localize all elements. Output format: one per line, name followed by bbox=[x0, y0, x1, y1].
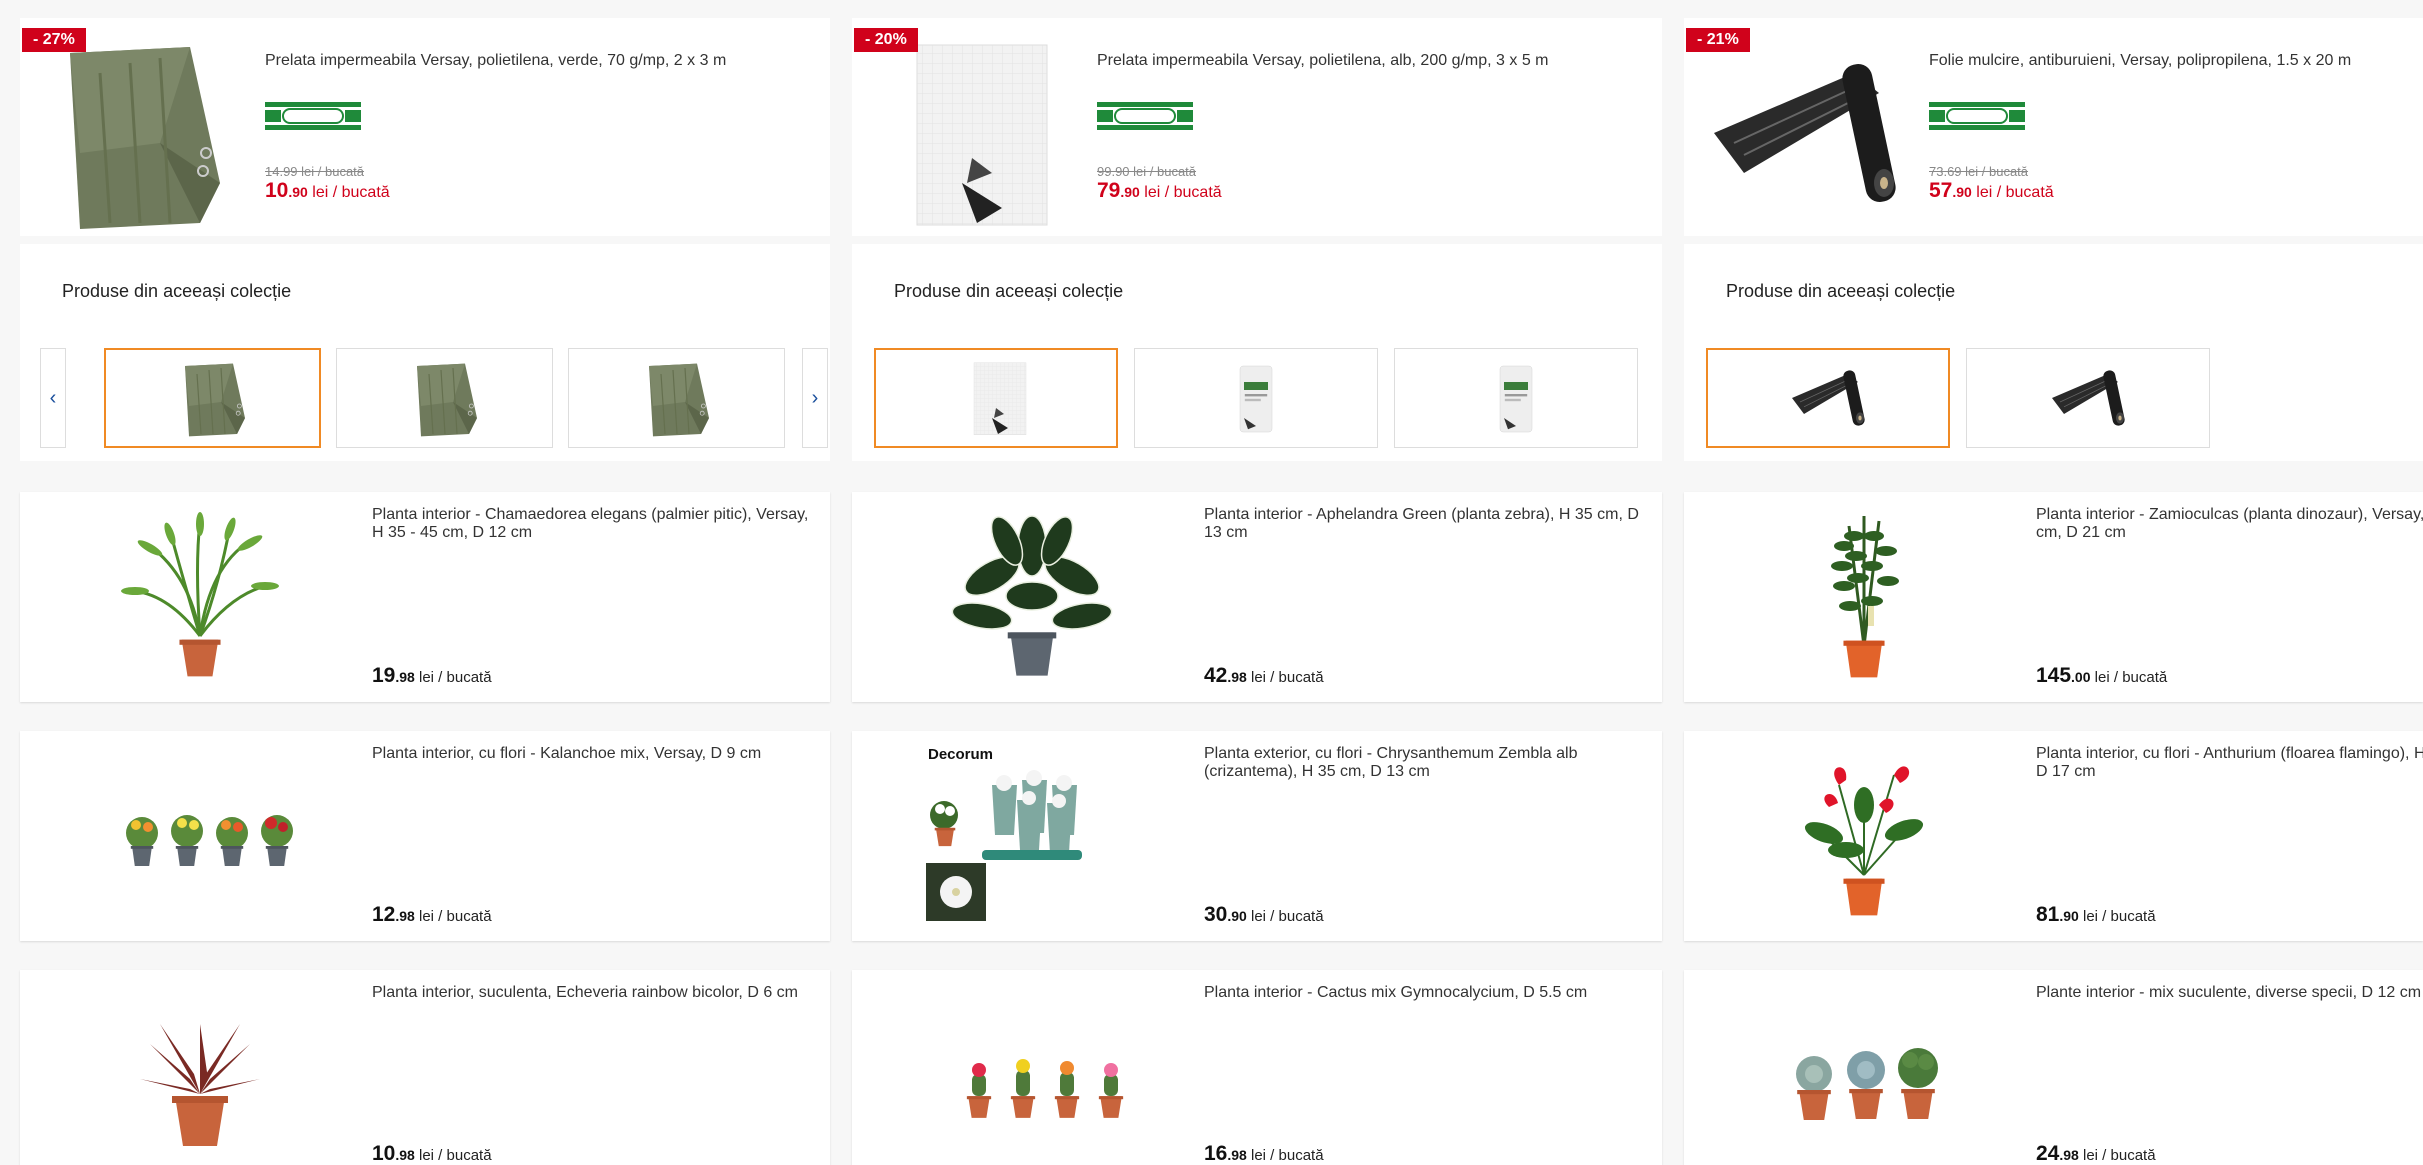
old-price: 73.69 lei / bucată bbox=[1929, 164, 2029, 179]
same-collection-section: Produse din aceeași colecție bbox=[1684, 244, 2423, 461]
product-image-succulent-mix[interactable] bbox=[1754, 984, 1974, 1164]
thumb-white-tarp-pack bbox=[1471, 358, 1561, 438]
product-card[interactable]: Planta interior - Chamaedorea elegans (p… bbox=[20, 492, 830, 702]
old-price: 14.99 lei / bucată bbox=[265, 164, 365, 179]
product-price: 19.98 lei / bucată bbox=[372, 664, 492, 687]
thumb-black-film-roll bbox=[2043, 358, 2133, 438]
carousel-thumb-3[interactable] bbox=[568, 348, 785, 448]
carousel-thumb-2[interactable] bbox=[336, 348, 553, 448]
product-price: 12.98 lei / bucată bbox=[372, 903, 492, 926]
promo-product[interactable]: - 21% Folie mulcire, antiburuieni, Versa… bbox=[1684, 18, 2423, 236]
thumb-green-tarp bbox=[632, 358, 722, 438]
product-price: 145.00 lei / bucată bbox=[2036, 664, 2168, 687]
product-price: 10.98 lei / bucată bbox=[372, 1142, 492, 1165]
promo-product[interactable]: - 27% Prelata impermeabila Versay, polie… bbox=[20, 18, 830, 236]
product-image-palm-plant[interactable] bbox=[90, 506, 310, 686]
product-card[interactable]: Planta interior - Zamioculcas (planta di… bbox=[1684, 492, 2423, 702]
product-title[interactable]: Plante interior - mix suculente, diverse… bbox=[2036, 984, 2423, 1002]
thumb-green-tarp bbox=[400, 358, 490, 438]
thumb-black-film-roll bbox=[1783, 358, 1873, 438]
product-image-black-film-roll[interactable] bbox=[1704, 28, 1904, 238]
carousel-thumb-3[interactable] bbox=[1394, 348, 1638, 448]
product-card[interactable]: Planta interior - Cactus mix Gymnocalyci… bbox=[852, 970, 1662, 1165]
carousel-thumb-1[interactable] bbox=[1706, 348, 1950, 448]
old-price: 99.90 lei / bucată bbox=[1097, 164, 1197, 179]
product-image-zebra-plant[interactable] bbox=[922, 506, 1142, 686]
collection-heading: Produse din aceeași colecție bbox=[894, 281, 1124, 301]
product-title[interactable]: Prelata impermeabila Versay, polietilena… bbox=[1097, 52, 1549, 70]
product-price: 16.98 lei / bucată bbox=[1204, 1142, 1324, 1165]
discount-badge: - 20% bbox=[854, 28, 918, 52]
thumb-green-tarp bbox=[168, 358, 258, 438]
product-price: 42.98 lei / bucată bbox=[1204, 664, 1324, 687]
current-price: 79.90 lei / bucată bbox=[1097, 179, 1222, 202]
product-title[interactable]: Planta interior, suculenta, Echeveria ra… bbox=[372, 984, 822, 1002]
carousel-thumb-1[interactable] bbox=[104, 348, 321, 448]
product-title[interactable]: Planta interior, cu flori - Anthurium (f… bbox=[2036, 745, 2423, 781]
promo-product[interactable]: - 20% Prelata impermeabila Versay, polie… bbox=[852, 18, 1662, 236]
product-title[interactable]: Planta interior - Zamioculcas (planta di… bbox=[2036, 506, 2423, 542]
product-image-green-tarp[interactable] bbox=[40, 28, 240, 238]
product-image-anthurium[interactable] bbox=[1754, 745, 1974, 925]
product-image-zz-plant[interactable] bbox=[1754, 506, 1974, 686]
product-price: 30.90 lei / bucată bbox=[1204, 903, 1324, 926]
thumb-white-tarp bbox=[951, 358, 1041, 438]
product-image-echeveria[interactable] bbox=[90, 984, 310, 1164]
chevron-left-icon: ‹ bbox=[49, 386, 57, 409]
chevron-right-icon: › bbox=[811, 386, 819, 409]
product-card[interactable]: Planta interior, cu flori - Kalanchoe mi… bbox=[20, 731, 830, 941]
product-image-chrysanthemum[interactable]: Decorum bbox=[922, 745, 1142, 925]
product-card[interactable]: Planta interior - Aphelandra Green (plan… bbox=[852, 492, 1662, 702]
product-card[interactable]: Decorum Planta exterior, cu flori - Chry… bbox=[852, 731, 1662, 941]
product-title[interactable]: Planta interior, cu flori - Kalanchoe mi… bbox=[372, 745, 822, 763]
carousel-thumb-2[interactable] bbox=[1134, 348, 1378, 448]
versay-brand-logo bbox=[265, 100, 361, 132]
product-price: 24.98 lei / bucată bbox=[2036, 1142, 2156, 1165]
carousel-next-button[interactable]: › bbox=[802, 348, 828, 448]
promo-card-1: - 27% Prelata impermeabila Versay, polie… bbox=[20, 18, 830, 461]
decorum-logo: Decorum bbox=[928, 746, 993, 763]
same-collection-section: Produse din aceeași colecție bbox=[852, 244, 1662, 461]
thumb-white-tarp-pack bbox=[1211, 358, 1301, 438]
carousel-thumb-2[interactable] bbox=[1966, 348, 2210, 448]
collection-heading: Produse din aceeași colecție bbox=[62, 281, 292, 301]
carousel-prev-button[interactable]: ‹ bbox=[40, 348, 66, 448]
product-title[interactable]: Planta interior - Aphelandra Green (plan… bbox=[1204, 506, 1654, 542]
product-card[interactable]: Plante interior - mix suculente, diverse… bbox=[1684, 970, 2423, 1165]
promo-card-2: - 20% Prelata impermeabila Versay, polie… bbox=[852, 18, 1662, 461]
product-image-white-tarp[interactable] bbox=[872, 28, 1072, 238]
versay-brand-logo bbox=[1097, 100, 1193, 132]
promo-card-3: - 21% Folie mulcire, antiburuieni, Versa… bbox=[1684, 18, 2423, 461]
discount-badge: - 21% bbox=[1686, 28, 1750, 52]
same-collection-section: Produse din aceeași colecție ‹ › bbox=[20, 244, 830, 461]
carousel-thumb-1[interactable] bbox=[874, 348, 1118, 448]
product-title[interactable]: Planta interior - Cactus mix Gymnocalyci… bbox=[1204, 984, 1654, 1002]
product-image-cactus-mix[interactable] bbox=[922, 984, 1142, 1164]
product-title[interactable]: Planta interior - Chamaedorea elegans (p… bbox=[372, 506, 822, 542]
discount-badge: - 27% bbox=[22, 28, 86, 52]
versay-brand-logo bbox=[1929, 100, 2025, 132]
current-price: 57.90 lei / bucată bbox=[1929, 179, 2054, 202]
product-card[interactable]: Planta interior, cu flori - Anthurium (f… bbox=[1684, 731, 2423, 941]
collection-heading: Produse din aceeași colecție bbox=[1726, 281, 1956, 301]
product-card[interactable]: Planta interior, suculenta, Echeveria ra… bbox=[20, 970, 830, 1165]
product-price: 81.90 lei / bucată bbox=[2036, 903, 2156, 926]
current-price: 10.90 lei / bucată bbox=[265, 179, 390, 202]
product-title[interactable]: Prelata impermeabila Versay, polietilena… bbox=[265, 52, 726, 70]
product-title[interactable]: Folie mulcire, antiburuieni, Versay, pol… bbox=[1929, 52, 2351, 70]
product-title[interactable]: Planta exterior, cu flori - Chrysanthemu… bbox=[1204, 745, 1654, 781]
product-image-kalanchoe-mix[interactable] bbox=[90, 745, 310, 925]
